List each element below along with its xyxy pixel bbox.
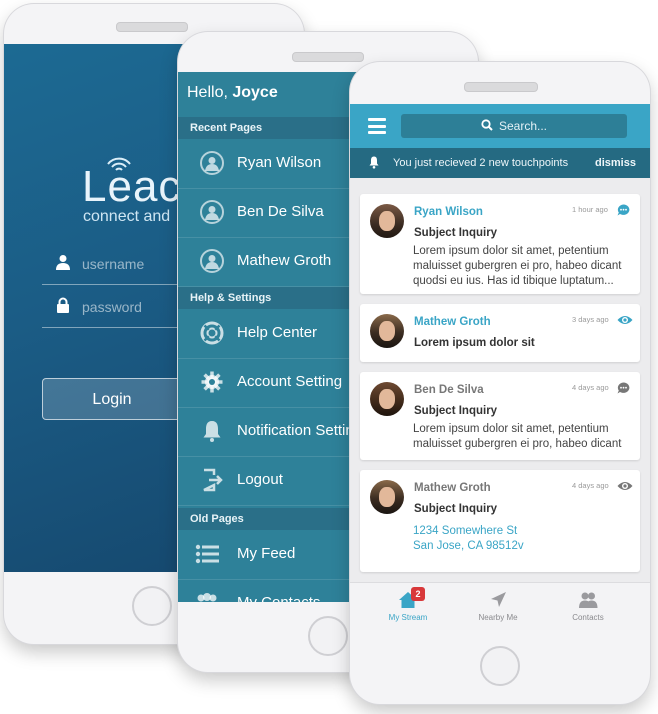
menu-item-label: Ryan Wilson [237, 154, 322, 171]
lifebuoy-icon [200, 321, 224, 345]
menu-item-mathew-groth[interactable]: Mathew Groth [178, 237, 358, 287]
location-arrow-icon [491, 592, 506, 607]
gear-icon [201, 371, 223, 393]
menu-item-label: My Contacts [237, 594, 320, 602]
section-help-settings: Help & Settings [178, 287, 358, 309]
stream-card[interactable]: Mathew Groth 4 days ago Subject Inquiry … [360, 470, 640, 572]
message-body: Lorem ipsum dolor sit amet, petentium ma… [413, 245, 622, 287]
timestamp: 3 days ago [572, 315, 609, 324]
menu-item-label: Help Center [237, 324, 318, 341]
menu-item-logout[interactable]: Logout [178, 456, 358, 506]
chat-bubble-icon [617, 382, 630, 394]
stream-screen: Search... You just recieved 2 new touchp… [350, 104, 650, 630]
notification-banner: You just recieved 2 new touchpoints dism… [350, 148, 650, 178]
user-avatar-icon [200, 151, 224, 175]
eye-icon [617, 482, 633, 490]
phone-speaker [464, 82, 538, 92]
phone-speaker [116, 22, 188, 32]
home-button[interactable] [480, 646, 520, 686]
tab-nearby-me[interactable]: Nearby Me [448, 583, 548, 630]
menu-screen: Hello, Joyce Recent Pages Ryan Wilson Be… [178, 72, 358, 602]
address-line-2[interactable]: San Jose, CA 98512v [413, 539, 631, 554]
contact-name[interactable]: Mathew Groth [414, 482, 491, 494]
user-icon [56, 255, 70, 270]
search-icon [481, 119, 493, 131]
tab-label: My Stream [388, 613, 428, 622]
eye-icon [617, 316, 633, 324]
menu-item-my-contacts[interactable]: My Contacts [178, 579, 358, 602]
timestamp: 4 days ago [572, 481, 609, 490]
avatar [370, 480, 404, 514]
home-button[interactable] [308, 616, 348, 656]
user-name: Joyce [232, 84, 278, 101]
address-line-1[interactable]: 1234 Somewhere St [413, 524, 631, 539]
timestamp: 4 days ago [572, 383, 609, 392]
message-subject: Subject Inquiry [414, 503, 498, 515]
menu-item-label: Logout [237, 471, 283, 488]
section-recent-pages: Recent Pages [178, 117, 358, 139]
section-old-pages: Old Pages [178, 508, 358, 530]
menu-item-notification-setting[interactable]: Notification Setting [178, 407, 358, 457]
password-placeholder: password [82, 299, 142, 315]
timestamp: 1 hour ago [572, 205, 608, 214]
notification-badge: 2 [411, 587, 425, 601]
tab-label: Contacts [572, 613, 604, 622]
avatar [370, 314, 404, 348]
greeting: Hello, Joyce [187, 84, 278, 102]
top-bar: Search... [350, 104, 650, 148]
home-button[interactable] [132, 586, 172, 626]
stream-card[interactable]: Ryan Wilson 1 hour ago Subject Inquiry L… [360, 194, 640, 294]
app-logo: Leac [82, 162, 182, 211]
greeting-label: Hello, [187, 84, 228, 101]
logout-icon [203, 468, 223, 492]
avatar [370, 204, 404, 238]
contact-name[interactable]: Ben De Silva [414, 384, 484, 396]
menu-item-account-setting[interactable]: Account Setting [178, 358, 358, 408]
dismiss-button[interactable]: dismiss [595, 157, 636, 169]
search-placeholder: Search... [498, 119, 548, 133]
contacts-icon [197, 593, 217, 602]
message-body: Lorem ipsum dolor sit amet, petentium ma… [413, 423, 622, 450]
menu-item-label: Account Setting [237, 373, 343, 390]
app-tagline: connect and [83, 208, 171, 225]
menu-item-help-center[interactable]: Help Center [178, 309, 358, 359]
contact-name[interactable]: Ryan Wilson [414, 206, 483, 218]
menu-item-ben-de-silva[interactable]: Ben De Silva [178, 188, 358, 238]
stream-card[interactable]: Ben De Silva 4 days ago Subject Inquiry … [360, 372, 640, 460]
message-subject: Subject Inquiry [414, 227, 498, 239]
message-subject: Subject Inquiry [414, 405, 498, 417]
username-placeholder: username [82, 256, 145, 272]
tab-contacts[interactable]: Contacts [538, 583, 638, 630]
menu-item-label: Notification Setting [237, 422, 358, 439]
notification-text: You just recieved 2 new touchpoints [393, 157, 569, 169]
menu-item-label: My Feed [237, 545, 296, 562]
phone-stream: Search... You just recieved 2 new touchp… [350, 62, 650, 704]
tab-my-stream[interactable]: 2 My Stream [358, 583, 458, 630]
search-bar[interactable]: Search... [401, 114, 627, 138]
bell-icon [203, 421, 221, 442]
menu-item-label: Mathew Groth [237, 252, 332, 269]
chat-bubble-icon [617, 204, 630, 216]
phone-speaker [292, 52, 364, 62]
contacts-icon [579, 592, 598, 608]
hamburger-menu-icon[interactable] [368, 118, 386, 134]
menu-item-label: Ben De Silva [237, 203, 324, 220]
menu-item-my-feed[interactable]: My Feed [178, 530, 358, 580]
lock-icon [57, 297, 69, 313]
user-avatar-icon [200, 249, 224, 273]
bottom-tab-bar: 2 My Stream Nearby Me Contacts [350, 582, 650, 630]
list-icon [195, 544, 219, 564]
bell-icon [369, 156, 379, 169]
user-avatar-icon [200, 200, 224, 224]
avatar [370, 382, 404, 416]
contact-name[interactable]: Mathew Groth [414, 316, 491, 328]
tab-label: Nearby Me [478, 613, 518, 622]
menu-item-ryan-wilson[interactable]: Ryan Wilson [178, 139, 358, 189]
stream-card[interactable]: Mathew Groth 3 days ago Lorem ipsum dolo… [360, 304, 640, 362]
message-subject: Lorem ipsum dolor sit [414, 337, 535, 349]
